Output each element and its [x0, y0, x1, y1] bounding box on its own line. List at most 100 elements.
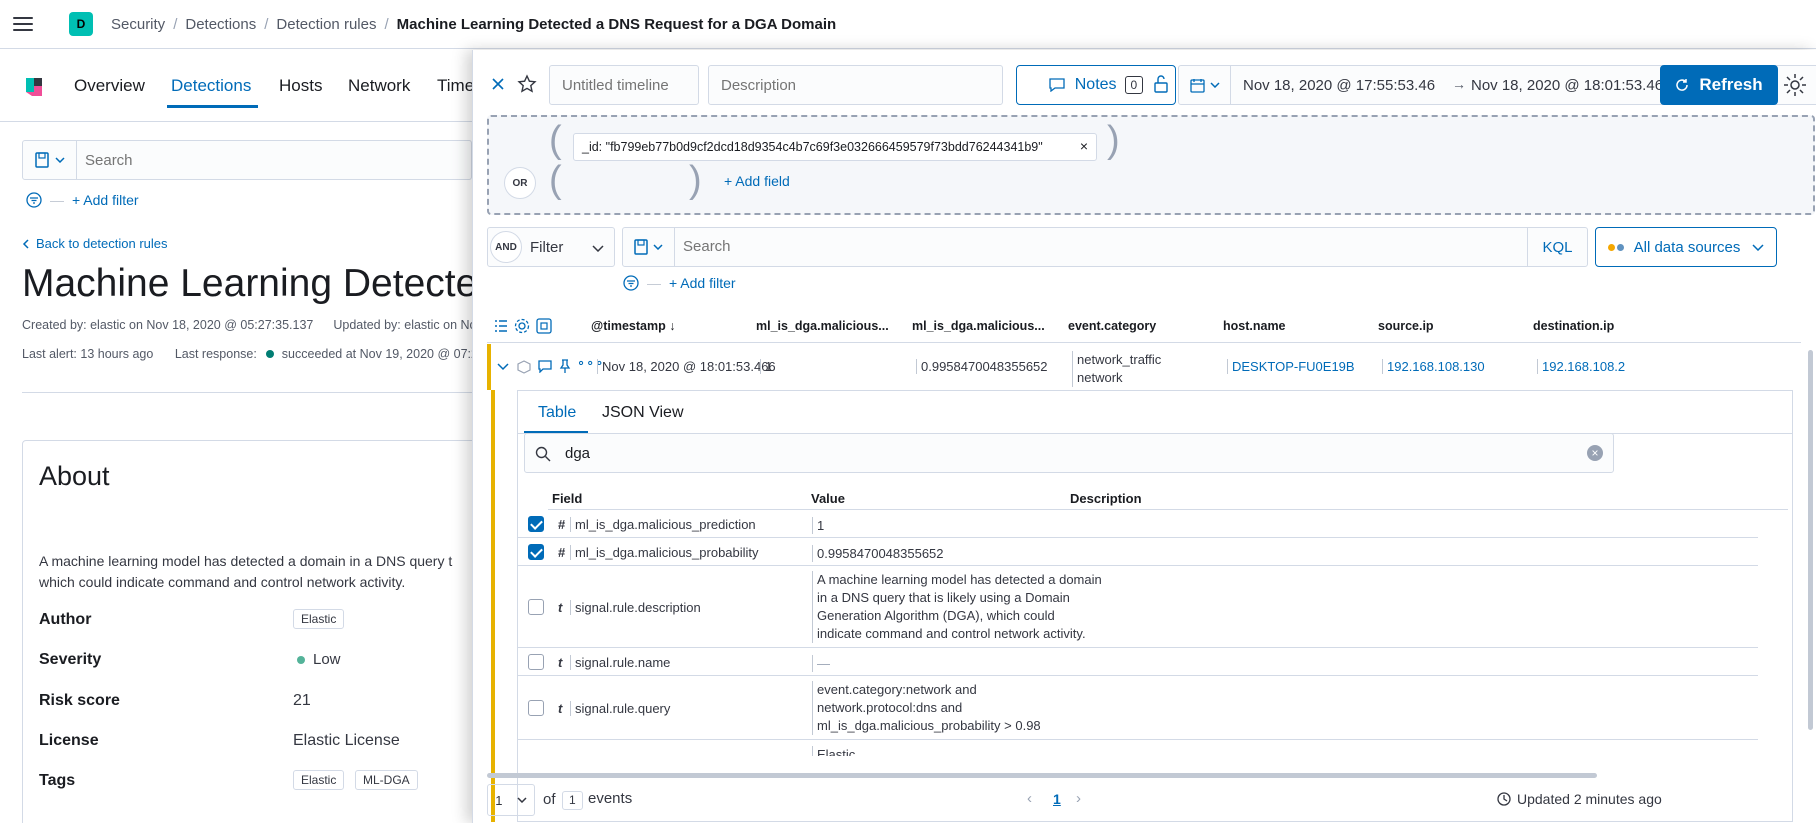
security-logo-icon — [26, 78, 42, 96]
nav-tab-detections[interactable]: Detections — [171, 76, 251, 96]
breadcrumb-detections[interactable]: Detections — [185, 16, 256, 33]
field-value: event.category:network and network.proto… — [812, 681, 1042, 735]
author-badge: Elastic — [293, 609, 345, 629]
total-count-badge: 1 — [562, 791, 583, 810]
table-row[interactable]: Elastic — [518, 740, 1758, 768]
table-row[interactable]: t signal.rule.description A machine lear… — [518, 566, 1758, 648]
cell-source-ip[interactable]: 192.168.108.130 — [1382, 359, 1485, 374]
field-name: ml_is_dga.malicious_probability — [570, 545, 759, 560]
column-prediction[interactable]: ml_is_dga.malicious... — [756, 319, 889, 333]
field-checkbox[interactable] — [528, 599, 544, 615]
saved-query-button[interactable] — [23, 141, 77, 179]
nav-tab-timelines[interactable]: Time — [437, 76, 472, 96]
menu-icon[interactable] — [13, 17, 33, 31]
timeline-search-bar: KQL — [622, 227, 1588, 267]
field-value: — — [812, 655, 1092, 672]
saved-query-button[interactable] — [623, 228, 675, 266]
field-name: signal.rule.query — [570, 701, 670, 716]
date-end[interactable]: Nov 18, 2020 @ 18:01:53.46 — [1471, 77, 1663, 94]
column-source-ip[interactable]: source.ip — [1378, 319, 1434, 333]
space-avatar[interactable]: D — [69, 12, 93, 36]
cell-destination-ip[interactable]: 192.168.108.2 — [1537, 359, 1625, 374]
timeline-description-input[interactable] — [708, 65, 1003, 105]
security-nav: Overview Detections Hosts Network Time — [0, 50, 472, 122]
chevron-left-icon — [22, 238, 29, 249]
column-probability[interactable]: ml_is_dga.malicious... — [912, 319, 1045, 333]
chevron-down-icon[interactable] — [497, 363, 509, 371]
add-field-link[interactable]: + Add field — [724, 173, 790, 189]
table-row[interactable]: # ml_is_dga.malicious_probability 0.9958… — [518, 538, 1758, 566]
column-timestamp[interactable]: @timestamp ↓ — [591, 319, 675, 333]
pin-shield-icon[interactable] — [517, 360, 531, 374]
nav-tab-network[interactable]: Network — [348, 76, 410, 96]
next-page-icon[interactable]: › — [1076, 790, 1081, 807]
tag-badge[interactable]: Elastic — [293, 770, 345, 790]
risk-score-label: Risk score — [39, 692, 120, 709]
unlock-icon[interactable] — [1153, 74, 1169, 94]
table-row[interactable]: ∘∘∘ Nov 18, 2020 @ 18:01:53.466 1 0.9958… — [487, 344, 1801, 390]
event-details: Table JSON View dga × Field Value Descri… — [491, 390, 1805, 822]
field-search-input[interactable]: dga — [565, 445, 590, 462]
vertical-scrollbar[interactable] — [1808, 350, 1813, 730]
column-destination-ip[interactable]: destination.ip — [1533, 319, 1614, 333]
tab-table[interactable]: Table — [538, 404, 576, 422]
gear-icon[interactable] — [514, 318, 530, 334]
breadcrumb-detection-rules[interactable]: Detection rules — [276, 16, 376, 33]
timeline-data-providers[interactable]: ( _id: "fb799eb77b0d9cf2dcd18d9354c4b7c6… — [487, 115, 1815, 215]
number-type-icon: # — [558, 545, 566, 560]
date-start[interactable]: Nov 18, 2020 @ 17:55:53.46 — [1243, 77, 1435, 94]
close-icon[interactable] — [491, 77, 505, 91]
prev-page-icon[interactable]: ‹ — [1027, 790, 1032, 807]
data-sources-dropdown[interactable]: All data sources — [1595, 227, 1777, 267]
string-type-icon: t — [558, 600, 563, 615]
kql-toggle[interactable]: KQL — [1527, 228, 1587, 266]
field-value: 1 — [812, 517, 1092, 534]
refresh-button[interactable]: Refresh — [1660, 65, 1778, 105]
notes-button[interactable]: Notes 0 — [1016, 65, 1176, 105]
list-icon[interactable] — [494, 320, 508, 332]
field-checkbox[interactable] — [528, 654, 544, 670]
provider-chip[interactable]: _id: "fb799eb77b0d9cf2dcd18d9354c4b7c69f… — [573, 133, 1097, 161]
breadcrumb-security[interactable]: Security — [111, 16, 165, 33]
field-checkbox[interactable] — [528, 544, 544, 560]
add-filter-link[interactable]: + Add filter — [72, 192, 139, 208]
pin-icon[interactable] — [559, 359, 571, 374]
clear-search-icon[interactable]: × — [1587, 445, 1603, 461]
back-link-row[interactable]: Back to detection rules — [22, 236, 168, 251]
column-event-category[interactable]: event.category — [1068, 319, 1156, 333]
cell-host-name[interactable]: DESKTOP-FU0E19B — [1227, 359, 1355, 374]
chevron-down-icon — [653, 244, 663, 250]
timeline-search-input[interactable] — [683, 238, 1483, 255]
field-checkbox[interactable] — [528, 700, 544, 716]
tab-json-view[interactable]: JSON View — [602, 404, 684, 422]
page-1-link[interactable]: 1 — [1053, 791, 1061, 807]
column-host-name[interactable]: host.name — [1223, 319, 1286, 333]
quick-date-button[interactable] — [1179, 66, 1231, 104]
nav-tab-overview[interactable]: Overview — [74, 76, 145, 96]
save-icon — [34, 152, 49, 168]
fullscreen-icon[interactable] — [536, 318, 552, 334]
license-label: License — [39, 732, 99, 749]
table-row[interactable]: t signal.rule.name — — [518, 648, 1758, 676]
events-table-header: @timestamp ↓ ml_is_dga.malicious... ml_i… — [487, 310, 1801, 342]
rows-per-page-select[interactable]: 1 — [487, 784, 535, 816]
global-search-input[interactable] — [85, 152, 455, 169]
nav-tab-hosts[interactable]: Hosts — [279, 76, 322, 96]
severity-label: Severity — [39, 651, 102, 668]
remove-provider-icon[interactable]: × — [1080, 138, 1088, 154]
timeline-query-bar: AND Filter KQL All data sources — [487, 227, 1816, 269]
filter-dropdown[interactable]: AND Filter — [487, 227, 615, 267]
back-to-rules-link[interactable]: Back to detection rules — [36, 236, 168, 251]
header-field: Field — [552, 491, 583, 506]
tag-badge[interactable]: ML-DGA — [355, 770, 418, 790]
or-badge: OR — [504, 167, 536, 199]
star-icon[interactable] — [517, 74, 537, 94]
timeline-add-filter-link[interactable]: + Add filter — [669, 275, 736, 291]
table-row[interactable]: # ml_is_dga.malicious_prediction 1 — [518, 510, 1758, 538]
updated-status: Updated 2 minutes ago — [1497, 791, 1662, 807]
table-row[interactable]: t signal.rule.query event.category:netwo… — [518, 676, 1758, 740]
comment-icon[interactable] — [538, 360, 552, 373]
field-checkbox[interactable] — [528, 516, 544, 532]
timeline-title-input[interactable] — [549, 65, 699, 105]
gear-icon[interactable] — [1783, 73, 1807, 97]
